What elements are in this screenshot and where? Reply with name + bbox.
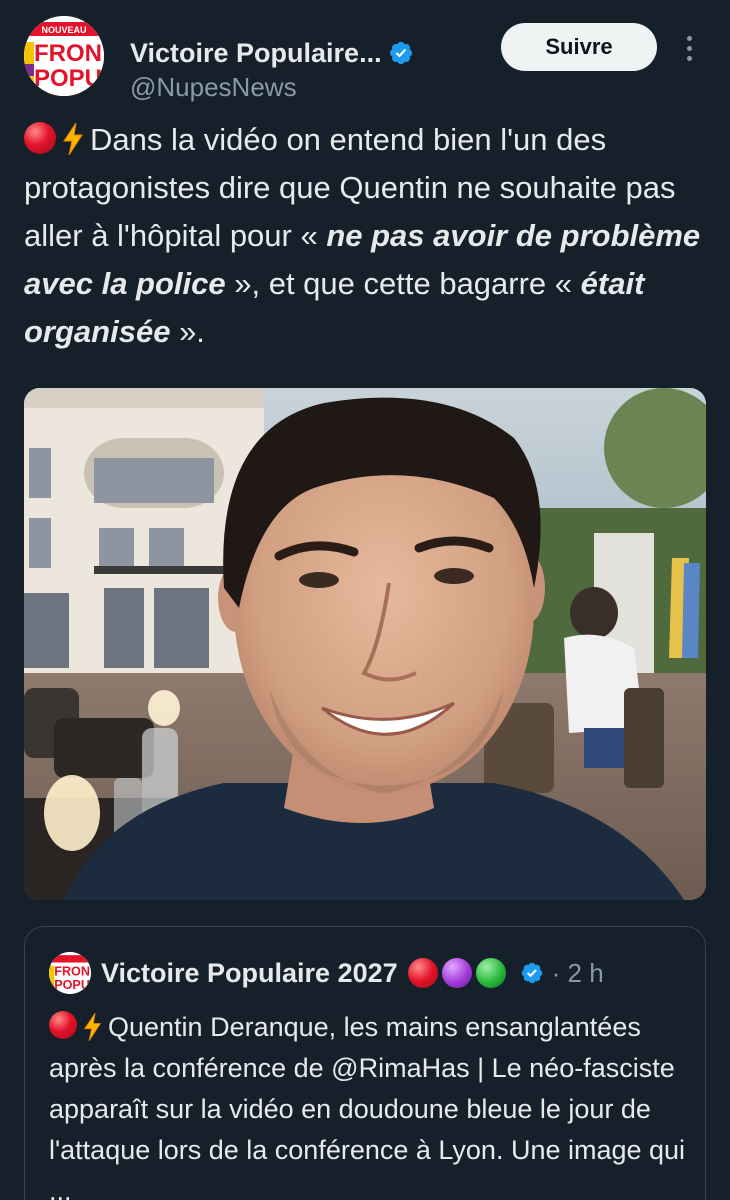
author-avatar[interactable]: NOUVEAU FRON POPU (24, 16, 104, 96)
green-circle-emoji (475, 958, 506, 988)
red-circle-emoji (24, 122, 56, 154)
more-dot (686, 55, 692, 61)
tweet-photo[interactable] (24, 388, 706, 900)
quoted-author-name[interactable]: Victoire Populaire 2027 (101, 958, 398, 989)
quoted-text-body: Quentin Deranque, les mains ensanglantée… (49, 1012, 686, 1200)
tweet-text: Dans la vidéo on entend bien l'un des pr… (24, 116, 704, 356)
avatar-text-1: NOUVEAU (41, 25, 86, 35)
avatar-text-3: POPU (34, 65, 102, 92)
portrait-photo (24, 388, 706, 900)
quoted-tweet-text: Quentin Deranque, les mains ensanglantée… (49, 1007, 689, 1200)
author-handle[interactable]: @NupesNews (130, 72, 297, 103)
purple-circle-emoji (441, 958, 472, 988)
quoted-timestamp[interactable]: · 2 h (552, 958, 604, 989)
high-voltage-emoji (63, 123, 83, 155)
red-circle-emoji (49, 1011, 77, 1039)
quoted-tweet-header: FRON POPU Victoire Populaire 2027 · 2 h (49, 951, 604, 995)
follow-button[interactable]: Suivre (501, 23, 657, 71)
avatar-logo: NOUVEAU FRON POPU (24, 16, 104, 96)
red-circle-emoji (407, 958, 438, 988)
high-voltage-emoji (83, 1013, 102, 1041)
tweet-header: NOUVEAU FRON POPU Victoire Populaire... … (24, 16, 714, 103)
author-display-name[interactable]: Victoire Populaire... (130, 38, 382, 69)
more-dot (686, 35, 692, 41)
quoted-tweet[interactable]: FRON POPU Victoire Populaire 2027 · 2 h … (24, 926, 706, 1200)
verified-badge-icon (389, 41, 412, 65)
quoted-avatar-logo: FRON POPU (49, 952, 91, 994)
tweet-detail-view: NOUVEAU FRON POPU Victoire Populaire... … (0, 0, 730, 1200)
more-dot (686, 45, 692, 51)
more-options-icon[interactable] (672, 28, 706, 68)
avatar-text-2: FRON (34, 40, 102, 67)
quoted-author-avatar[interactable]: FRON POPU (49, 952, 91, 994)
author-name-row: Victoire Populaire... (130, 36, 414, 70)
tweet-text-part3: ». (170, 314, 205, 349)
tweet-text-part2: », et que cette bagarre « (225, 266, 581, 301)
quoted-avatar-text-2: POPU (54, 978, 90, 992)
quoted-avatar-text-1: FRON (54, 965, 90, 979)
verified-badge-icon (521, 962, 542, 984)
